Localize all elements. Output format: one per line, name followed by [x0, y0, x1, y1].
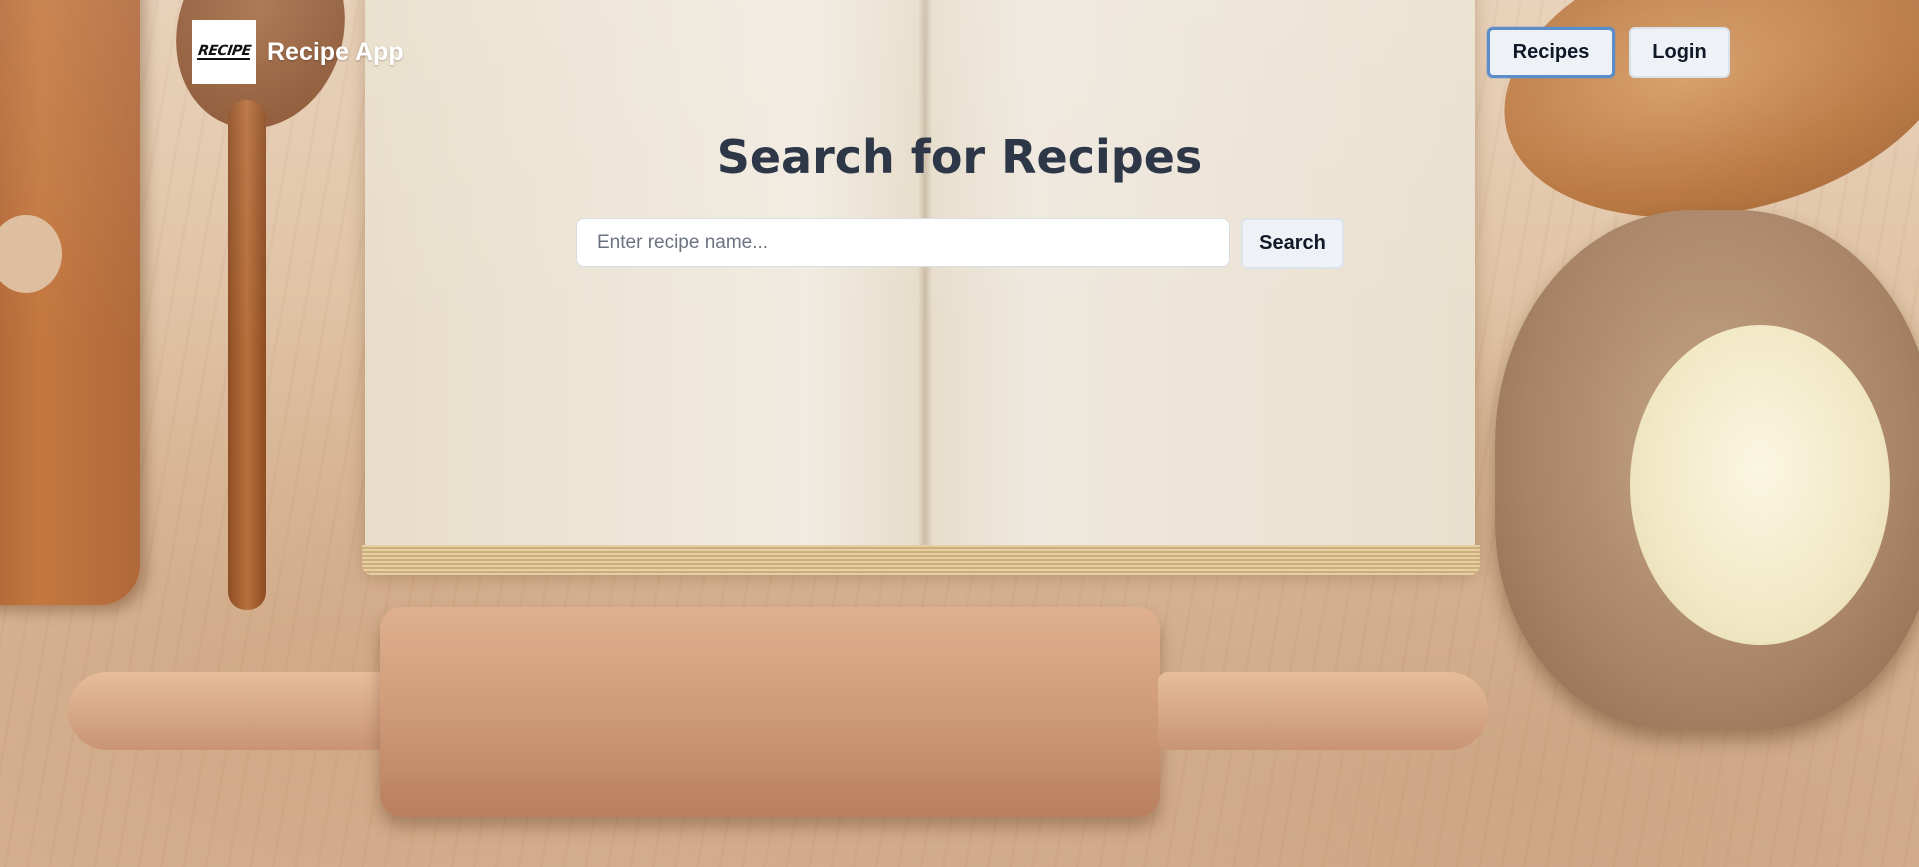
login-button[interactable]: Login: [1629, 27, 1730, 78]
app-title: Recipe App: [267, 37, 404, 66]
page-title: Search for Recipes: [716, 130, 1203, 184]
search-button[interactable]: Search: [1241, 218, 1344, 269]
main-nav: Recipes Login: [1487, 27, 1730, 78]
home-link[interactable]: RECIPE Recipe App: [192, 20, 404, 84]
logo: RECIPE: [192, 20, 256, 84]
recipes-button[interactable]: Recipes: [1487, 27, 1615, 78]
logo-text: RECIPE: [196, 43, 252, 60]
search-form: Search: [576, 218, 1344, 269]
search-input[interactable]: [576, 218, 1230, 267]
